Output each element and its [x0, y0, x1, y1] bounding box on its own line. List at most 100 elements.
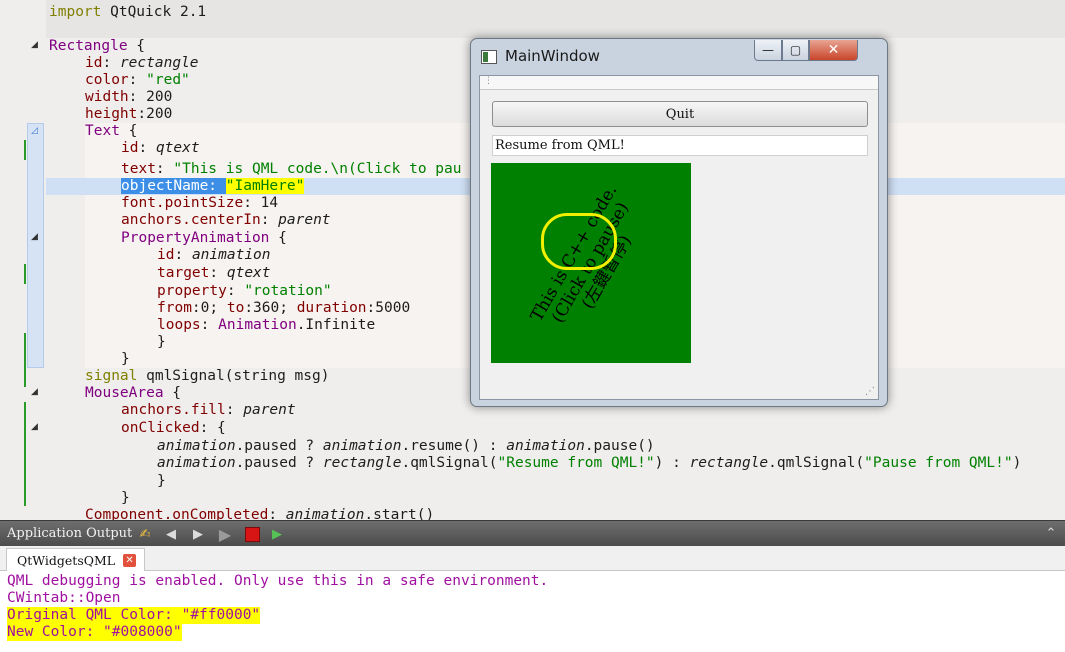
code-line[interactable]: from:0; to:360; duration:5000: [157, 300, 410, 317]
change-bar: [24, 333, 26, 387]
code-line[interactable]: Component.onCompleted: animation.start(): [85, 507, 434, 520]
code-token: height: [85, 106, 138, 122]
code-token: rectangle: [322, 455, 402, 471]
code-token: objectName:: [121, 178, 226, 194]
output-line: CWintab::Open: [7, 590, 121, 606]
minimize-button[interactable]: —: [754, 40, 782, 61]
code-token: :5000: [366, 300, 411, 316]
code-token: anchors.fill: [121, 402, 226, 418]
output-toolbar: Application Output ✍ ◀ ▶ ▶ ▶ ⌃: [0, 520, 1065, 546]
code-line[interactable]: Rectangle {: [49, 38, 145, 55]
annotation-circle: [541, 213, 617, 270]
code-token: .resume() :: [401, 438, 507, 454]
close-icon[interactable]: ✕: [123, 554, 137, 567]
app-window-icon: [481, 50, 497, 64]
previous-icon[interactable]: ◀: [162, 525, 180, 543]
code-token: .Infinite: [296, 317, 376, 333]
code-line[interactable]: color: "red": [85, 72, 190, 89]
qml-view[interactable]: This is C++ code. (Click to pause) (左鍵暫停…: [491, 163, 691, 363]
collapse-panel-icon[interactable]: ⌃: [1042, 524, 1060, 542]
fold-toggle-icon[interactable]: ◢: [31, 40, 38, 50]
code-token: :360;: [244, 300, 297, 316]
message-field[interactable]: Resume from QML!: [492, 135, 868, 156]
code-token: ) :: [654, 455, 690, 471]
code-line[interactable]: anchors.centerIn: parent: [121, 212, 331, 229]
stop-icon[interactable]: [243, 525, 261, 543]
toolbar-grip-icon[interactable]: ⋮: [484, 76, 493, 86]
code-token: Text: [85, 123, 120, 139]
code-line[interactable]: }: [121, 351, 130, 368]
code-token: :: [200, 317, 219, 333]
code-token: target: [157, 265, 210, 281]
code-token: "rotation": [244, 283, 332, 299]
size-grip-icon[interactable]: ⋰: [865, 386, 875, 397]
code-line[interactable]: property: "rotation": [157, 283, 332, 300]
fold-toggle-icon[interactable]: ◢: [31, 232, 38, 242]
code-token: :: [268, 507, 286, 520]
code-line[interactable]: }: [121, 490, 130, 507]
code-line[interactable]: import QtQuick 2.1: [49, 4, 206, 21]
code-line[interactable]: text: "This is QML code.\n(Click to pau: [121, 161, 461, 178]
code-line[interactable]: objectName: "IamHere": [121, 178, 305, 195]
code-token: id: [157, 247, 175, 263]
code-line[interactable]: animation.paused ? rectangle.qmlSignal("…: [157, 455, 1021, 472]
code-line[interactable]: MouseArea {: [85, 385, 181, 402]
code-token: animation: [285, 507, 365, 520]
code-token: id: [85, 55, 103, 71]
code-line[interactable]: Text {: [85, 123, 137, 140]
code-token: {: [269, 230, 287, 246]
code-token: {: [163, 385, 182, 401]
code-token: animation: [506, 438, 585, 454]
fold-toggle-icon[interactable]: ◿: [31, 126, 38, 136]
code-token: PropertyAnimation: [121, 230, 270, 246]
maximize-button[interactable]: ▢: [782, 40, 809, 61]
code-line[interactable]: id: rectangle: [85, 55, 199, 72]
code-token: rectangle: [119, 55, 199, 71]
code-token: .paused ?: [235, 438, 323, 454]
next-icon[interactable]: ▶: [189, 525, 207, 543]
code-line[interactable]: font.pointSize: 14: [121, 195, 278, 212]
output-tab-bar: QtWidgetsQML ✕: [0, 546, 1065, 572]
code-line[interactable]: loops: Animation.Infinite: [157, 317, 375, 334]
change-bar: [24, 140, 26, 160]
code-line[interactable]: onClicked: {: [121, 420, 226, 437]
tab-qtwidgetsqml[interactable]: QtWidgetsQML ✕: [6, 548, 146, 572]
code-line[interactable]: id: animation: [157, 247, 271, 264]
output-line: New Color: "#008000": [7, 624, 182, 641]
window-title-bar[interactable]: MainWindow — ▢ ✕: [471, 39, 887, 75]
code-token: Rectangle: [49, 38, 128, 54]
code-line[interactable]: }: [157, 473, 166, 490]
change-bar: [24, 264, 26, 284]
fold-toggle-icon[interactable]: ◢: [31, 422, 38, 432]
code-token: "red": [146, 72, 190, 88]
code-line[interactable]: id: qtext: [121, 140, 200, 157]
code-line[interactable]: signal qmlSignal(string msg): [85, 368, 329, 385]
code-line[interactable]: anchors.fill: parent: [121, 402, 296, 419]
code-token: "This is QML code.\n(Click to pau: [173, 161, 462, 177]
code-line[interactable]: width: 200: [85, 89, 172, 106]
code-line[interactable]: height:200: [85, 106, 172, 123]
run-icon[interactable]: ▶: [216, 525, 234, 544]
fold-toggle-icon[interactable]: ◢: [31, 387, 38, 397]
code-token: width: [85, 89, 129, 105]
code-token: Component.onCompleted: [85, 507, 269, 520]
quit-button[interactable]: Quit: [492, 101, 868, 127]
code-token: .paused ?: [235, 455, 323, 471]
code-token: "Resume from QML!": [497, 455, 655, 471]
window-title: MainWindow: [505, 47, 600, 65]
clear-output-icon[interactable]: ✍: [136, 525, 154, 543]
code-token: to: [226, 300, 245, 316]
code-token: from: [157, 300, 192, 316]
code-token: qmlSignal(string msg): [137, 368, 330, 384]
attach-debugger-icon[interactable]: ▶: [268, 525, 286, 543]
code-line[interactable]: animation.paused ? animation.resume() : …: [157, 438, 655, 455]
code-token: :: [174, 247, 192, 263]
code-line[interactable]: }: [157, 334, 166, 351]
output-text[interactable]: QML debugging is enabled. Only use this …: [0, 571, 1065, 652]
code-token: qtext: [226, 265, 271, 281]
code-token: QtQuick 2.1: [101, 4, 207, 20]
code-line[interactable]: target: qtext: [157, 265, 271, 282]
code-line[interactable]: PropertyAnimation {: [121, 230, 287, 247]
close-button[interactable]: ✕: [809, 40, 858, 61]
code-token: : 200: [128, 89, 173, 105]
